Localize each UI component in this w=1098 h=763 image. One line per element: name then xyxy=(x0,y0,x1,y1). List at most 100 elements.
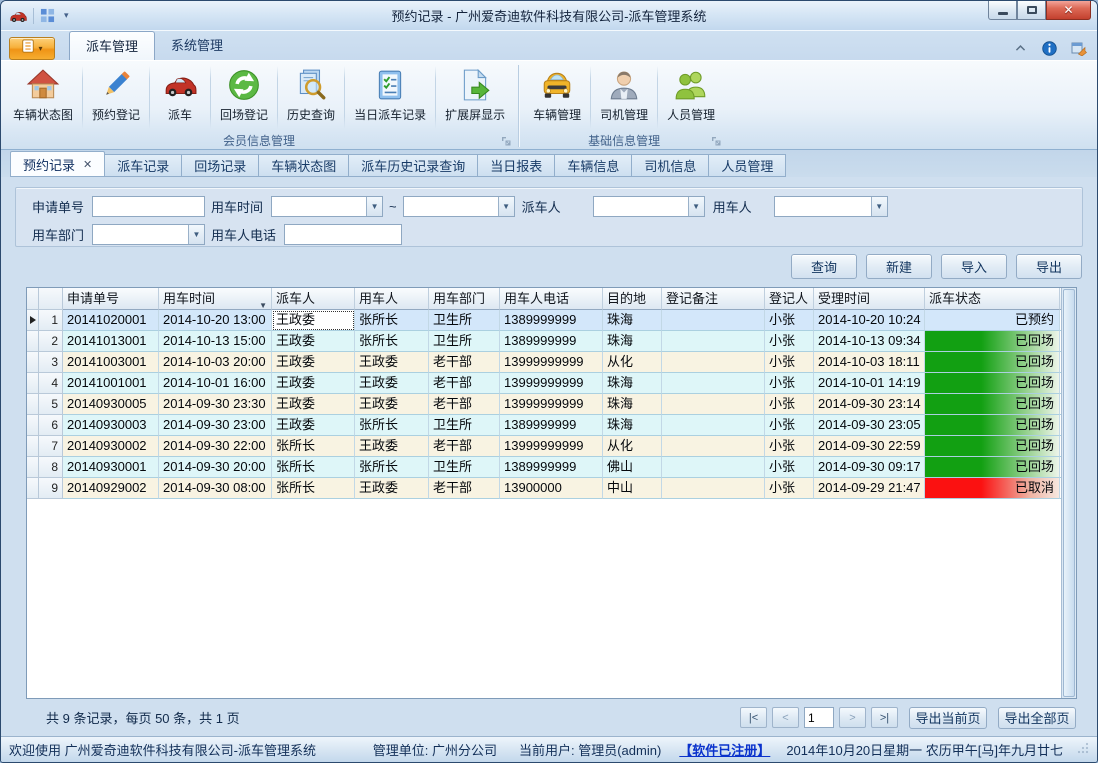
cell-phone[interactable]: 13999999999 xyxy=(500,373,603,394)
column-header-status[interactable]: 派车状态 xyxy=(925,288,1060,310)
collapse-ribbon-button[interactable] xyxy=(1012,40,1029,56)
column-header-dispatcher[interactable]: 派车人 xyxy=(272,288,355,310)
cell-dept[interactable]: 卫生所 xyxy=(429,457,500,478)
cell-registrar[interactable]: 小张 xyxy=(765,436,814,457)
resize-grip[interactable] xyxy=(1077,742,1089,757)
cell-use_time[interactable]: 2014-09-30 08:00 xyxy=(159,478,272,499)
chevron-down-icon[interactable]: ▼ xyxy=(366,197,382,216)
cell-order_no[interactable]: 20141001001 xyxy=(63,373,159,394)
cell-registrar[interactable]: 小张 xyxy=(765,394,814,415)
cell-dispatcher[interactable]: 王政委 xyxy=(272,373,355,394)
cell-registrar[interactable]: 小张 xyxy=(765,331,814,352)
cell-phone[interactable]: 1389999999 xyxy=(500,457,603,478)
table-row[interactable]: 3201410030012014-10-03 20:00王政委王政委老干部139… xyxy=(27,352,1061,373)
cell-use_time[interactable]: 2014-10-20 13:00 xyxy=(159,310,272,331)
cell-dest[interactable]: 珠海 xyxy=(603,415,662,436)
cell-remark[interactable] xyxy=(662,436,765,457)
cell-dispatcher[interactable]: 张所长 xyxy=(272,436,355,457)
cell-dispatcher[interactable]: 王政委 xyxy=(272,331,355,352)
ribbon-button-vehicle-management[interactable]: 车辆管理 xyxy=(525,64,589,131)
cell-user[interactable]: 张所长 xyxy=(355,331,429,352)
column-header-user[interactable]: 用车人 xyxy=(355,288,429,310)
doc-tab-dispatch-records[interactable]: 派车记录 xyxy=(105,154,182,177)
ribbon-button-reservation-register[interactable]: 预约登记 xyxy=(84,64,148,131)
info-button[interactable] xyxy=(1041,40,1058,56)
cell-order_no[interactable]: 20141013001 xyxy=(63,331,159,352)
cell-dept[interactable]: 老干部 xyxy=(429,373,500,394)
cell-dest[interactable]: 珠海 xyxy=(603,331,662,352)
cell-remark[interactable] xyxy=(662,478,765,499)
cell-status[interactable]: 已回场 xyxy=(925,457,1060,478)
doc-tab-vehicle-info[interactable]: 车辆信息 xyxy=(555,154,632,177)
maximize-button[interactable] xyxy=(1017,1,1046,20)
cell-use_time[interactable]: 2014-10-03 20:00 xyxy=(159,352,272,373)
use-time-from-select[interactable]: ▼ xyxy=(271,196,383,217)
license-link[interactable]: 【软件已注册】 xyxy=(679,740,770,759)
cell-user[interactable]: 王政委 xyxy=(355,394,429,415)
doc-tab-personnel-management[interactable]: 人员管理 xyxy=(709,154,786,177)
quick-access-dropdown-icon[interactable]: ▾ xyxy=(64,10,69,21)
cell-order_no[interactable]: 20141020001 xyxy=(63,310,159,331)
phone-input[interactable] xyxy=(284,224,402,245)
cell-phone[interactable]: 13999999999 xyxy=(500,436,603,457)
export-button[interactable]: 导出 xyxy=(1016,254,1082,279)
cell-status[interactable]: 已取消 xyxy=(925,478,1060,499)
ribbon-button-dispatch-vehicle[interactable]: 派车 xyxy=(151,64,209,131)
table-row[interactable]: 2201410130012014-10-13 15:00王政委张所长卫生所138… xyxy=(27,331,1061,352)
cell-user[interactable]: 张所长 xyxy=(355,457,429,478)
cell-dispatcher[interactable]: 张所长 xyxy=(272,457,355,478)
cell-dispatcher[interactable]: 王政委 xyxy=(272,415,355,436)
cell-status[interactable]: 已回场 xyxy=(925,394,1060,415)
cell-order_no[interactable]: 20140930001 xyxy=(63,457,159,478)
vertical-scrollbar[interactable] xyxy=(1061,288,1076,698)
cell-registrar[interactable]: 小张 xyxy=(765,457,814,478)
cell-status[interactable]: 已回场 xyxy=(925,352,1060,373)
cell-order_no[interactable]: 20140930002 xyxy=(63,436,159,457)
doc-tab-dispatch-history-query[interactable]: 派车历史记录查询 xyxy=(349,154,478,177)
chevron-down-icon[interactable]: ▼ xyxy=(188,225,204,244)
cell-registrar[interactable]: 小张 xyxy=(765,415,814,436)
cell-status[interactable]: 已回场 xyxy=(925,415,1060,436)
cell-remark[interactable] xyxy=(662,373,765,394)
doc-tab-reservation-records[interactable]: 预约记录✕ xyxy=(10,151,105,177)
cell-dept[interactable]: 老干部 xyxy=(429,352,500,373)
cell-status[interactable]: 已回场 xyxy=(925,331,1060,352)
table-row[interactable]: 7201409300022014-09-30 22:00张所长王政委老干部139… xyxy=(27,436,1061,457)
cell-dispatcher[interactable]: 王政委 xyxy=(272,394,355,415)
table-row[interactable]: 5201409300052014-09-30 23:30王政委王政委老干部139… xyxy=(27,394,1061,415)
page-number-input[interactable] xyxy=(804,707,834,728)
cell-dept[interactable]: 老干部 xyxy=(429,436,500,457)
quick-access-grid-icon[interactable] xyxy=(40,8,58,24)
cell-dept[interactable]: 老干部 xyxy=(429,394,500,415)
ribbon-button-personnel-management[interactable]: 人员管理 xyxy=(659,64,723,131)
ribbon-button-return-register[interactable]: 回场登记 xyxy=(212,64,276,131)
doc-tab-return-records[interactable]: 回场记录 xyxy=(182,154,259,177)
cell-order_no[interactable]: 20141003001 xyxy=(63,352,159,373)
cell-dept[interactable]: 卫生所 xyxy=(429,415,500,436)
prev-page-button[interactable]: < xyxy=(772,707,799,728)
chevron-down-icon[interactable]: ▼ xyxy=(871,197,887,216)
cell-registrar[interactable]: 小张 xyxy=(765,478,814,499)
table-row[interactable]: 4201410010012014-10-01 16:00王政委王政委老干部139… xyxy=(27,373,1061,394)
close-tab-icon[interactable]: ✕ xyxy=(83,158,92,171)
chevron-down-icon[interactable]: ▼ xyxy=(498,197,514,216)
cell-phone[interactable]: 13900000 xyxy=(500,478,603,499)
table-row[interactable]: 6201409300032014-09-30 23:00王政委张所长卫生所138… xyxy=(27,415,1061,436)
use-time-to-select[interactable]: ▼ xyxy=(403,196,515,217)
close-button[interactable]: ✕ xyxy=(1046,1,1091,20)
cell-dispatcher[interactable]: 张所长 xyxy=(272,478,355,499)
cell-use_time[interactable]: 2014-09-30 22:00 xyxy=(159,436,272,457)
ribbon-button-today-dispatch-records[interactable]: 当日派车记录 xyxy=(346,64,434,131)
cell-dest[interactable]: 从化 xyxy=(603,352,662,373)
cell-remark[interactable] xyxy=(662,352,765,373)
cell-dept[interactable]: 卫生所 xyxy=(429,310,500,331)
dialog-launcher-icon[interactable] xyxy=(500,135,512,147)
cell-registrar[interactable]: 小张 xyxy=(765,352,814,373)
dept-select[interactable]: ▼ xyxy=(92,224,205,245)
cell-accept_time[interactable]: 2014-09-29 21:47 xyxy=(814,478,925,499)
column-header-phone[interactable]: 用车人电话 xyxy=(500,288,603,310)
cell-dest[interactable]: 中山 xyxy=(603,478,662,499)
cell-use_time[interactable]: 2014-09-30 23:30 xyxy=(159,394,272,415)
sort-desc-icon[interactable]: ▼ xyxy=(259,295,267,310)
next-page-button[interactable]: > xyxy=(839,707,866,728)
